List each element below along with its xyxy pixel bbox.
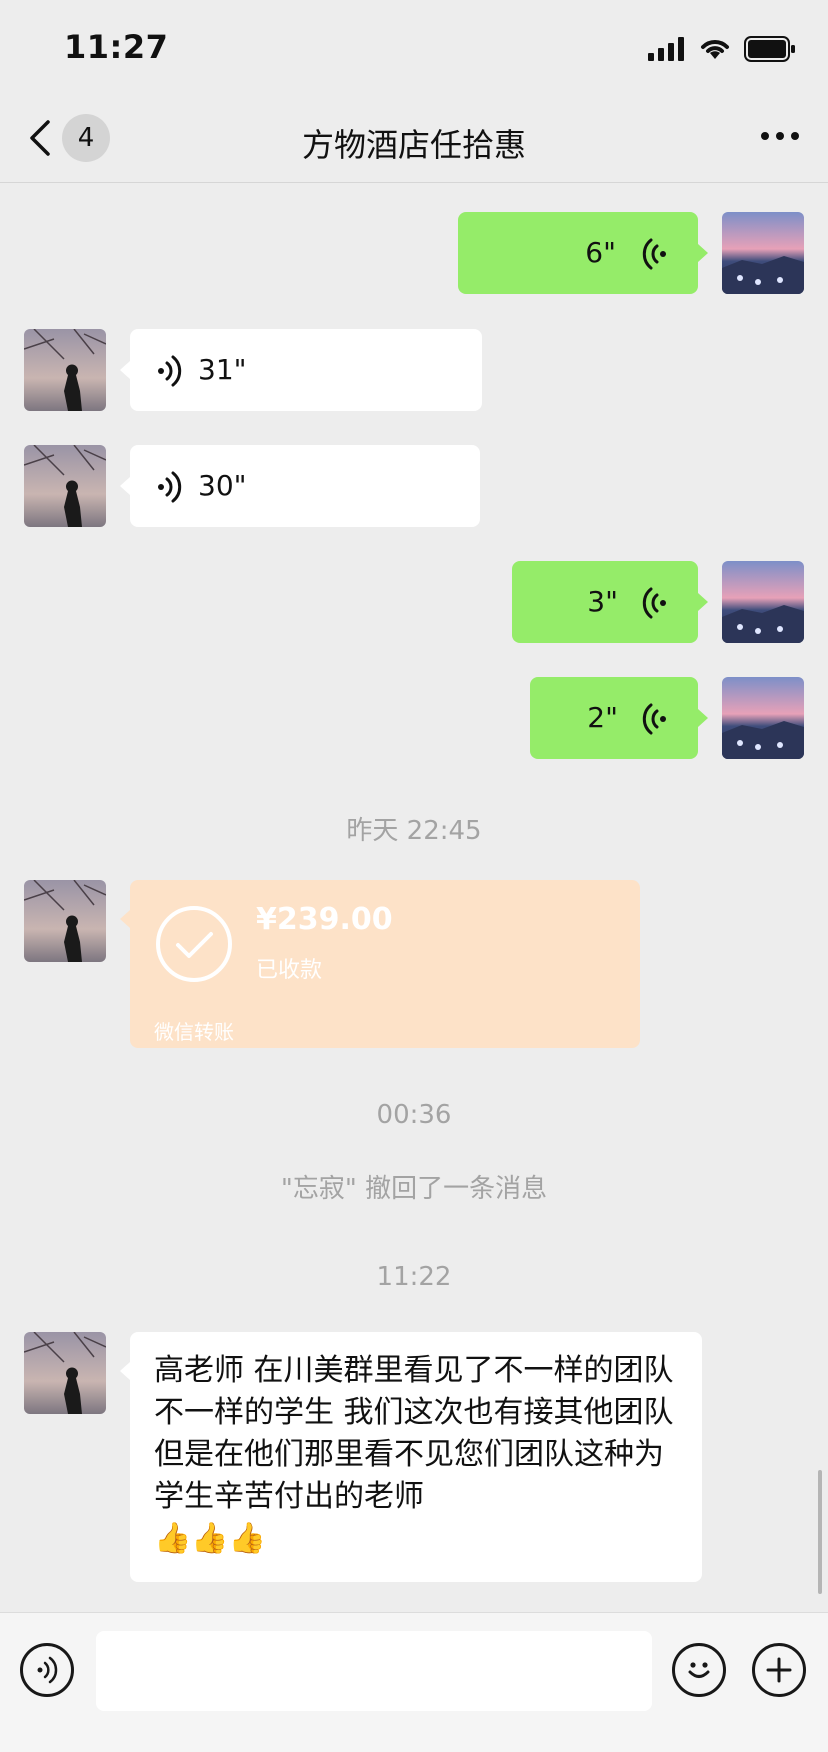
plus-icon	[766, 1657, 792, 1683]
my-avatar[interactable]	[722, 561, 804, 643]
voice-duration: 2"	[587, 701, 618, 734]
transfer-message[interactable]: ¥239.00 已收款 微信转账	[120, 880, 640, 1048]
signal-icon	[648, 37, 684, 61]
chat-title: 方物酒店任拾惠	[301, 126, 526, 164]
status-bar: 11:27	[0, 0, 828, 100]
smiley-icon	[688, 1662, 710, 1678]
voice-icon	[37, 1656, 58, 1684]
voice-message-sent[interactable]: 2"	[530, 677, 708, 759]
message-body: 高老师 在川美群里看见了不一样的团队 不一样的学生 我们这次也有接其他团队 但是…	[154, 1353, 674, 1514]
wifi-icon	[701, 40, 729, 59]
transfer-status: 已收款	[256, 958, 323, 983]
more-actions-button[interactable]	[752, 1643, 806, 1697]
timestamp: 11:22	[376, 1262, 452, 1292]
voice-message-sent[interactable]: 3"	[512, 561, 708, 643]
timestamp: 昨天 22:45	[346, 816, 482, 846]
my-avatar[interactable]	[722, 677, 804, 759]
voice-message-received[interactable]: 30"	[120, 445, 480, 527]
voice-wave-icon	[642, 587, 666, 619]
voice-duration: 30"	[198, 469, 247, 502]
status-icons	[648, 36, 796, 62]
voice-duration: 6"	[585, 236, 616, 269]
battery-icon	[744, 36, 795, 62]
voice-message-sent[interactable]: 6"	[458, 212, 708, 294]
contact-avatar[interactable]	[24, 1332, 106, 1414]
recall-notice: "忘寂" 撤回了一条消息	[280, 1174, 548, 1204]
more-dots-icon	[761, 132, 799, 140]
scroll-indicator[interactable]	[818, 1470, 822, 1594]
voice-duration: 31"	[198, 353, 247, 386]
thumbs-up-emoji: 👍👍👍	[154, 1521, 267, 1556]
timestamp: 00:36	[376, 1100, 452, 1130]
check-circle-icon	[156, 906, 232, 982]
message-text: 高老师 在川美群里看见了不一样的团队 不一样的学生 我们这次也有接其他团队 但是…	[154, 1350, 674, 1560]
voice-wave-icon	[642, 238, 666, 270]
more-button[interactable]	[760, 126, 800, 145]
voice-wave-icon	[158, 471, 182, 503]
text-message-received[interactable]: 高老师 在川美群里看见了不一样的团队 不一样的学生 我们这次也有接其他团队 但是…	[120, 1332, 702, 1582]
input-bar	[0, 1612, 828, 1752]
message-input[interactable]	[96, 1631, 652, 1711]
transfer-label: 微信转账	[154, 1020, 234, 1044]
emoji-button[interactable]	[672, 1643, 726, 1697]
transfer-amount: ¥239.00	[256, 902, 393, 937]
voice-wave-icon	[158, 355, 182, 387]
voice-wave-icon	[642, 703, 666, 735]
chat-header: 4 方物酒店任拾惠	[0, 100, 828, 183]
voice-input-button[interactable]	[20, 1643, 74, 1697]
voice-message-received[interactable]: 31"	[120, 329, 482, 411]
status-time: 11:27	[64, 28, 169, 66]
contact-avatar[interactable]	[24, 445, 106, 527]
contact-avatar[interactable]	[24, 329, 106, 411]
voice-duration: 3"	[587, 585, 618, 618]
my-avatar[interactable]	[722, 212, 804, 294]
contact-avatar[interactable]	[24, 880, 106, 962]
